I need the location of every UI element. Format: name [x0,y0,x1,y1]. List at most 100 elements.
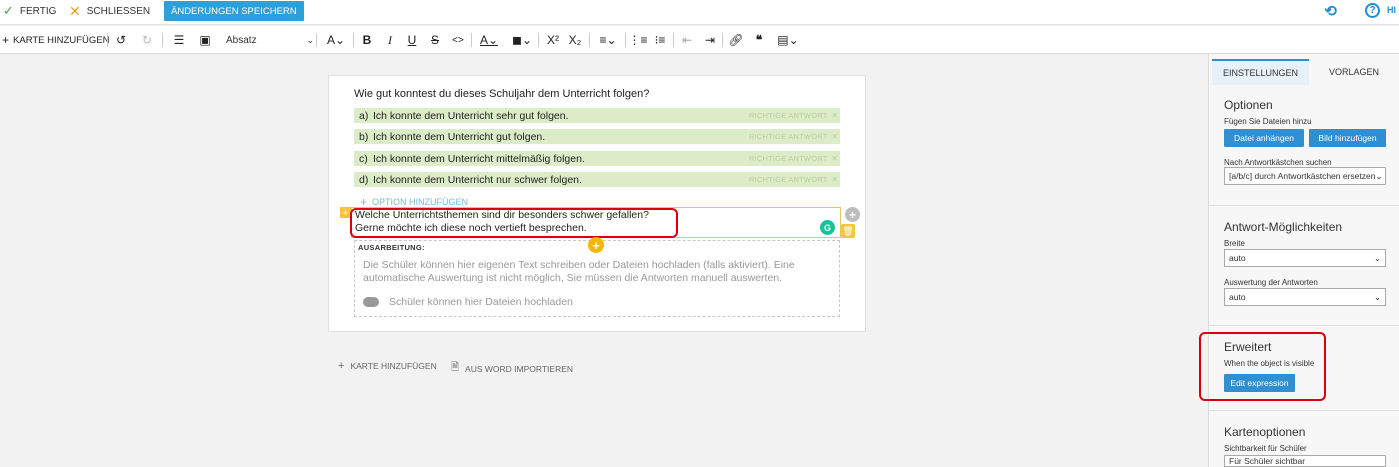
font-size-icon[interactable]: A⌄ [322,31,350,49]
question-text[interactable]: Wie gut konntest du dieses Schuljahr dem… [354,88,649,100]
evaluation-value: auto [1229,292,1246,302]
correct-answer-tag[interactable]: RICHTIGE ANTWORT [749,111,827,120]
divider [353,33,354,47]
highlight-annotation [350,208,678,238]
remove-icon[interactable]: ✕ [832,111,838,120]
insert-block-icon[interactable]: ▣ [198,31,212,49]
document-icon: 🗎 [451,362,460,373]
delete-block-icon[interactable]: 🗑︎ [841,224,855,238]
add-block-icon[interactable]: + [845,207,860,222]
help-icon[interactable]: ? [1365,3,1380,18]
add-card-bottom-label: KARTE HINZUFÜGEN [350,361,437,371]
insert-block-plus-icon[interactable]: + [588,237,604,253]
width-label: Breite [1224,239,1245,248]
divider [471,33,472,47]
search-label: Nach Antwortkästchen suchen [1224,158,1332,167]
answer-heading: AUSARBEITUNG: [358,243,425,252]
help-label[interactable]: HI [1387,5,1396,15]
evaluation-select[interactable]: auto ⌄ [1224,288,1386,306]
top-bar: ✓ FERTIG ✕ SCHLIESSEN ÄNDERUNGEN SPEICHE… [0,0,1399,25]
search-replace-select[interactable]: [a/b/c] durch Antwortkästchen ersetzen ⌄ [1224,167,1386,185]
bullet-list-icon[interactable]: ⁝≡ [653,31,667,49]
close-icon: ✕ [69,2,81,19]
chevron-down-icon: ⌄ [306,34,314,45]
tab-templates[interactable]: VORLAGEN [1309,59,1399,85]
option-letter: b) [359,130,369,143]
link-icon[interactable]: 🔗︎ [728,31,743,49]
highlight-color-icon[interactable]: ◼⌄ [509,31,535,49]
answer-options-title: Antwort-Möglichkeiten [1224,220,1343,234]
import-word-button[interactable]: 🗎 AUS WORD IMPORTIEREN [451,360,573,377]
database-icon[interactable]: ☰ [172,31,186,49]
indent-icon[interactable]: ⇥ [703,31,717,49]
answer-option-b[interactable]: b) Ich konnte dem Unterricht gut folgen.… [354,129,840,144]
numbered-list-icon[interactable]: ⋮≡ [629,31,648,49]
answer-option-a[interactable]: a) Ich konnte dem Unterricht sehr gut fo… [354,108,840,123]
divider [1209,205,1399,206]
divider [538,33,539,47]
done-button[interactable]: ✓ FERTIG [3,0,56,22]
insert-media-icon[interactable]: ▤⌄ [774,31,802,49]
correct-answer-tag[interactable]: RICHTIGE ANTWORT [749,132,827,141]
evaluation-label: Auswertung der Antworten [1224,278,1318,287]
divider [316,33,317,47]
strikethrough-icon[interactable]: S [428,31,442,49]
width-select[interactable]: auto ⌄ [1224,249,1386,267]
divider [1209,410,1399,411]
redo-icon[interactable]: ↻ [140,31,154,49]
add-card-toolbar-button[interactable]: + KARTE HINZUFÜGEN [2,31,109,49]
upload-area[interactable]: Schüler können hier Dateien hochladen [363,296,573,308]
remove-icon[interactable]: ✕ [832,132,838,141]
plus-icon: + [2,33,10,47]
option-text: Ich konnte dem Unterricht nur schwer fol… [373,173,582,186]
add-image-button[interactable]: Bild hinzufügen [1309,129,1386,147]
correct-answer-tag[interactable]: RICHTIGE ANTWORT [749,175,827,184]
divider [589,33,590,47]
add-card-bottom-button[interactable]: + KARTE HINZUFÜGEN [338,360,437,372]
add-card-label: KARTE HINZUFÜGEN [13,34,110,46]
quote-icon[interactable]: ❝ [752,31,766,49]
undo-icon[interactable]: ↺ [114,31,128,49]
underline-icon[interactable]: U [405,31,419,49]
italic-icon[interactable]: I [383,31,397,49]
add-option-label: OPTION HINZUFÜGEN [372,197,469,207]
bold-icon[interactable]: B [360,31,374,49]
visibility-label: Sichtbarkeit für Schüler [1224,444,1307,453]
cloud-upload-icon [363,297,379,307]
panel-tabs: EINSTELLUNGEN VORLAGEN [1212,59,1399,85]
paragraph-style-value: Absatz [226,34,257,46]
grammarly-icon[interactable]: G [820,220,835,235]
highlight-annotation [1199,332,1326,401]
options-subtitle: Fügen Sie Dateien hinzu [1224,117,1312,126]
search-replace-value: [a/b/c] durch Antwortkästchen ersetzen [1229,171,1376,181]
width-value: auto [1229,253,1246,263]
divider [673,33,674,47]
option-letter: d) [359,173,369,186]
subscript-icon[interactable]: X₂ [567,31,583,49]
correct-answer-tag[interactable]: RICHTIGE ANTWORT [749,154,827,163]
text-color-icon[interactable]: A⌄ [477,31,501,49]
chevron-down-icon: ⌄ [1373,291,1381,302]
answer-option-c[interactable]: c) Ich konnte dem Unterricht mittelmäßig… [354,151,840,166]
remove-icon[interactable]: ✕ [832,175,838,184]
answer-option-d[interactable]: d) Ich konnte dem Unterricht nur schwer … [354,172,840,187]
option-text: Ich konnte dem Unterricht mittelmäßig fo… [373,152,585,165]
attach-file-button[interactable]: Datei anhängen [1224,129,1304,147]
remove-icon[interactable]: ✕ [832,154,838,163]
option-letter: a) [359,109,369,122]
save-changes-button[interactable]: ÄNDERUNGEN SPEICHERN [164,1,304,21]
code-icon[interactable]: <> [450,31,466,49]
options-title: Optionen [1224,98,1273,112]
tab-settings[interactable]: EINSTELLUNGEN [1212,59,1309,85]
paragraph-style-select[interactable]: Absatz ⌄ [222,32,314,48]
chevron-down-icon: ⌄ [1375,170,1383,181]
close-button[interactable]: ✕ SCHLIESSEN [69,0,150,22]
answer-description: Die Schüler können hier eigenen Text sch… [363,259,795,284]
card-options-title: Kartenoptionen [1224,425,1306,439]
close-label: SCHLIESSEN [86,5,151,17]
align-icon[interactable]: ≡⌄ [595,31,621,49]
history-icon[interactable]: ⟲ [1323,3,1338,20]
outdent-icon[interactable]: ⇤ [680,31,694,49]
visibility-select[interactable]: Für Schüler sichtbar [1224,455,1386,467]
superscript-icon[interactable]: X² [545,31,561,49]
